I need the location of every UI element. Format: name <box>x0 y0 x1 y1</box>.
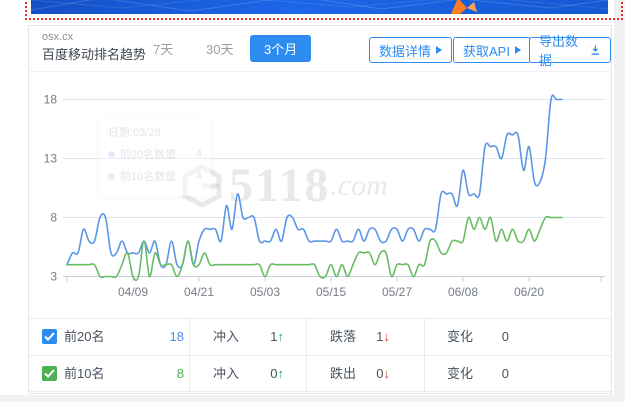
svg-text:18: 18 <box>44 93 58 107</box>
change-value: 0 <box>501 329 509 344</box>
in-value: 1↑ <box>270 329 285 344</box>
column-divider <box>424 356 425 392</box>
tooltip-date: 日期:03/28 <box>108 127 161 139</box>
legend-dot-blue <box>108 150 115 158</box>
ranking-trend-chart[interactable]: 5118 .com 日期:03/28 前20名数量 4 前10名数量 4 18 1… <box>29 72 611 318</box>
svg-text:8: 8 <box>50 211 57 225</box>
svg-text:13: 13 <box>44 152 58 166</box>
out-value: 1↓ <box>376 329 391 344</box>
download-icon <box>591 45 600 55</box>
tooltip-value: 4 <box>195 148 202 160</box>
check-icon <box>44 332 55 341</box>
table-row-top10: 前10名 8 冲入 0↑ 跌出 0↓ 变化 0 <box>29 355 613 392</box>
get-api-label: 获取API <box>463 43 510 59</box>
column-divider <box>189 356 190 392</box>
page-background-strip-bottom <box>0 395 625 402</box>
svg-text:05/15: 05/15 <box>316 285 346 299</box>
arrow-up-icon: ↑ <box>277 366 285 381</box>
export-data-button[interactable]: 导出数据 <box>529 34 611 68</box>
domain-label: osx.cx <box>42 31 74 43</box>
column-divider <box>424 319 425 355</box>
caret-right-icon <box>514 46 521 54</box>
page-background-strip-right <box>614 0 625 402</box>
page: osx.cx 百度移动排名趋势 7天 30天 3个月 数据详情 获取API 导出… <box>0 0 625 402</box>
svg-text:3: 3 <box>50 270 57 284</box>
title-block: osx.cx 百度移动排名趋势 <box>42 30 146 65</box>
promo-banner[interactable] <box>31 0 608 14</box>
svg-text:05/27: 05/27 <box>382 285 412 299</box>
tooltip-value: 4 <box>195 170 202 182</box>
svg-text:06/20: 06/20 <box>514 285 544 299</box>
export-data-label: 导出数据 <box>539 34 579 68</box>
legend-dot-green <box>108 172 115 180</box>
arrow-up-icon: ↑ <box>277 329 285 344</box>
get-api-button[interactable]: 获取API <box>453 37 531 63</box>
data-details-label: 数据详情 <box>379 43 432 59</box>
series-total: 18 <box>169 329 184 344</box>
column-divider <box>306 319 307 355</box>
checkbox-top10[interactable] <box>42 366 57 381</box>
table-row-top20: 前20名 18 冲入 1↑ 跌落 1↓ 变化 0 <box>29 318 613 355</box>
checkbox-top20[interactable] <box>42 329 57 344</box>
tooltip-row-top10: 前10名数量 4 <box>108 168 202 184</box>
arrow-down-icon: ↓ <box>383 329 391 344</box>
series-name: 前20名 <box>64 329 105 344</box>
tooltip-label: 前10名数量 <box>120 171 177 183</box>
change-value: 0 <box>501 366 509 381</box>
trend-card: osx.cx 百度移动排名趋势 7天 30天 3个月 数据详情 获取API 导出… <box>28 25 613 394</box>
rocket-icon <box>451 0 467 14</box>
page-title: 百度移动排名趋势 <box>42 46 147 62</box>
column-divider <box>306 356 307 392</box>
chart-tooltip-ghost: 日期:03/28 前20名数量 4 前10名数量 4 <box>99 116 211 196</box>
svg-text:05/03: 05/03 <box>250 285 280 299</box>
arrow-down-icon: ↓ <box>383 366 391 381</box>
tooltip-label: 前20名数量 <box>120 149 177 161</box>
svg-text:04/21: 04/21 <box>184 285 214 299</box>
column-divider <box>189 319 190 355</box>
tooltip-row-top20: 前20名数量 4 <box>108 146 202 162</box>
in-value: 0↑ <box>270 366 285 381</box>
caret-right-icon <box>436 46 443 54</box>
out-value: 0↓ <box>376 366 391 381</box>
tab-30-days[interactable]: 30天 <box>206 39 233 58</box>
svg-text:04/09: 04/09 <box>118 285 148 299</box>
card-header: osx.cx 百度移动排名趋势 7天 30天 3个月 数据详情 获取API 导出… <box>29 26 611 72</box>
tab-3-months-active[interactable]: 3个月 <box>250 35 312 62</box>
data-details-button[interactable]: 数据详情 <box>369 37 453 63</box>
series-name: 前10名 <box>64 366 105 381</box>
banner-mesh-decoration <box>31 0 608 14</box>
tab-7-days[interactable]: 7天 <box>153 39 173 58</box>
check-icon <box>44 369 55 378</box>
svg-text:06/08: 06/08 <box>448 285 478 299</box>
series-total: 8 <box>176 366 184 381</box>
